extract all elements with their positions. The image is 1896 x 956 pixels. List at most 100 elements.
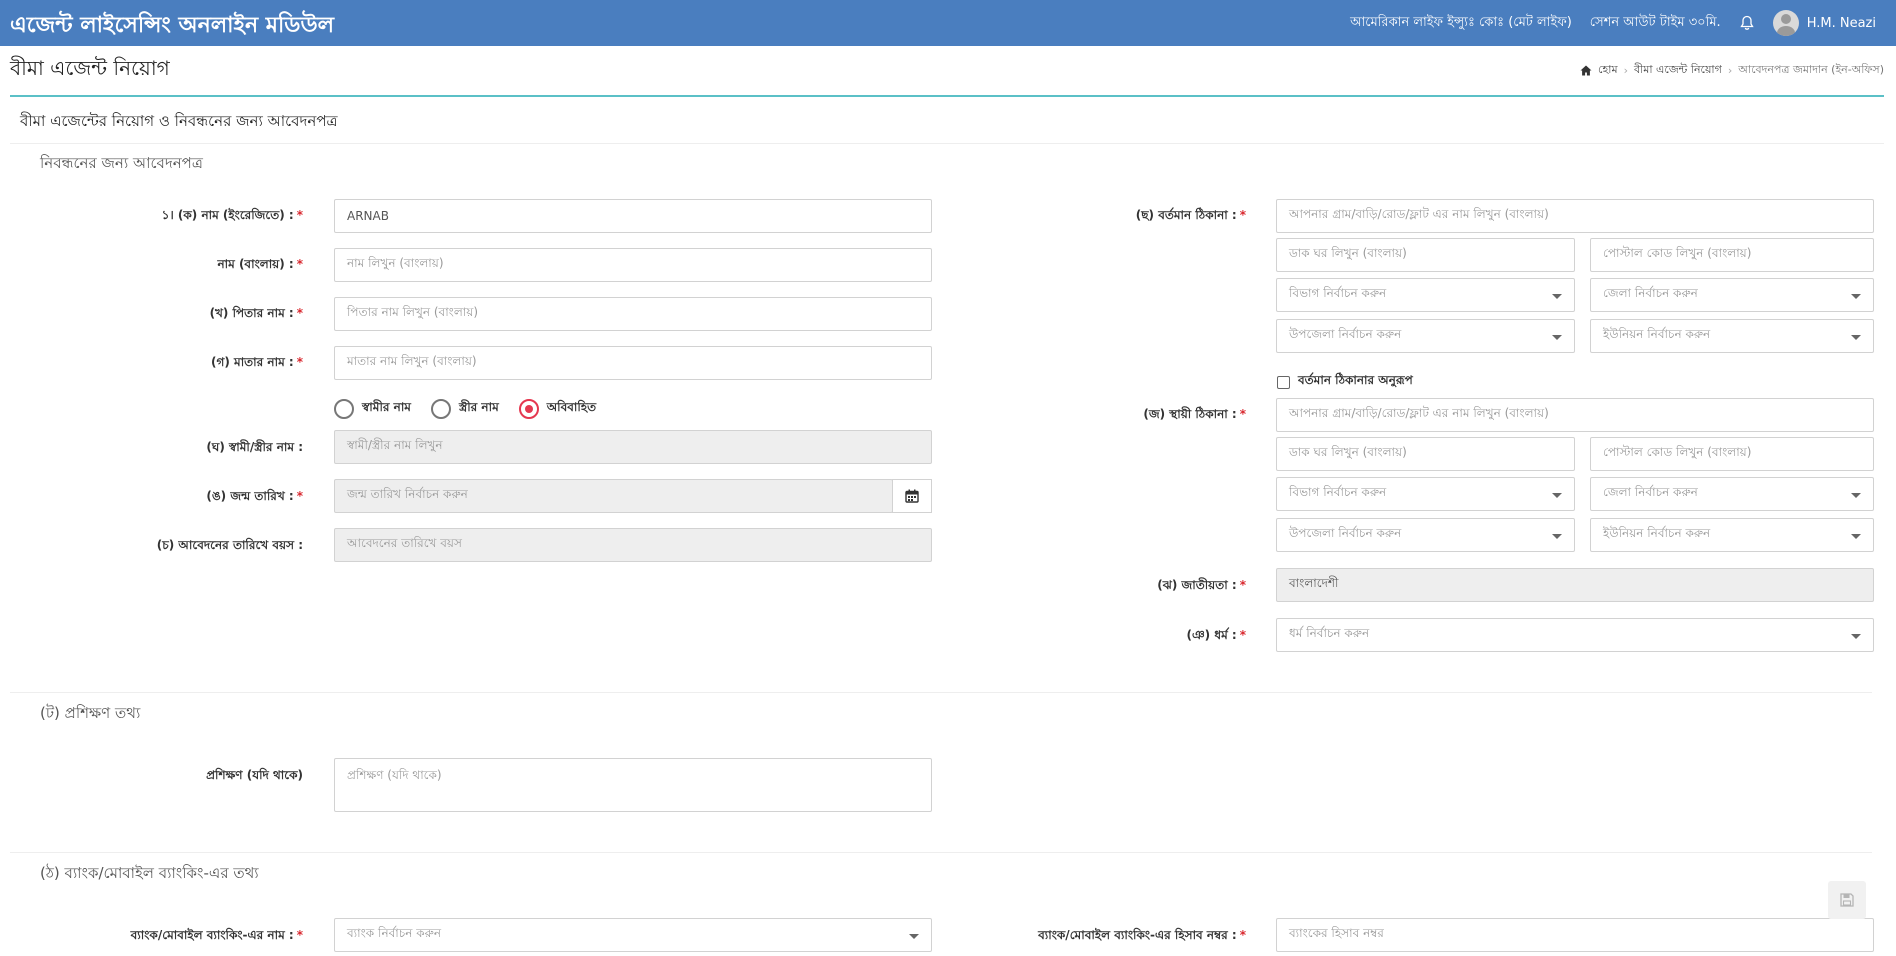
divider bbox=[10, 143, 1884, 144]
name-en-label: ১। (ক) নাম (ইংরেজিতে) : * bbox=[162, 207, 303, 227]
section-training-title: (ট) প্রশিক্ষণ তথ্য bbox=[40, 704, 141, 722]
radio-label: স্বামীর নাম bbox=[362, 400, 411, 414]
radio-label: অবিবাহিত bbox=[546, 400, 597, 414]
section-divider bbox=[10, 852, 1872, 853]
spouse-name-label: (ঘ) স্বামী/স্ত্রীর নাম : bbox=[206, 440, 303, 454]
calendar-button[interactable] bbox=[892, 479, 932, 513]
permanent-address-label-text: (জ) স্থায়ী ঠিকানা : bbox=[1143, 407, 1237, 421]
permanent-division-select[interactable]: বিভাগ নির্বাচন করুন bbox=[1276, 477, 1575, 511]
radio-husband-name[interactable]: স্বামীর নাম bbox=[334, 399, 411, 419]
dob-input[interactable]: জন্ম তারিখ নির্বাচন করুন bbox=[334, 479, 893, 513]
required-mark: * bbox=[1239, 407, 1246, 421]
page-title: বীমা এজেন্ট নিয়োগ bbox=[10, 56, 170, 80]
required-mark: * bbox=[296, 928, 303, 942]
radio-circle[interactable] bbox=[334, 399, 354, 419]
radio-circle[interactable] bbox=[430, 399, 451, 419]
present-district-select[interactable]: জেলা নির্বাচন করুন bbox=[1590, 278, 1874, 312]
present-address-label-text: (ছ) বর্তমান ঠিকানা : bbox=[1135, 208, 1237, 222]
breadcrumb-home[interactable]: হোম bbox=[1598, 61, 1618, 80]
present-union-select[interactable]: ইউনিয়ন নির্বাচন করুন bbox=[1590, 319, 1874, 353]
user-menu[interactable]: H.M. Neazi bbox=[1772, 10, 1876, 36]
company-name: আমেরিকান লাইফ ইন্স্যুঃ কোঃ (মেট লাইফ) bbox=[1350, 14, 1572, 30]
required-mark: * bbox=[1239, 628, 1246, 642]
bank-account-label-text: ব্যাংক/মোবাইল ব্যাংকিং-এর হিসাব নম্বর : bbox=[1038, 928, 1237, 942]
dob-label-text: (ঙ) জন্ম তারিখ : bbox=[206, 489, 294, 503]
permanent-post-office-input[interactable]: ডাক ঘর লিখুন (বাংলায়) bbox=[1276, 437, 1575, 471]
required-mark: * bbox=[296, 489, 303, 503]
name-bn-label: নাম (বাংলায়) : * bbox=[217, 256, 303, 276]
permanent-upazila-select[interactable]: উপজেলা নির্বাচন করুন bbox=[1276, 518, 1575, 552]
name-en-label-text: ১। (ক) নাম (ইংরেজিতে) : bbox=[161, 208, 294, 222]
breadcrumb-separator: › bbox=[1727, 64, 1733, 77]
radio-wife-name[interactable]: স্ত্রীর নাম bbox=[430, 399, 499, 419]
present-postal-code-input[interactable]: পোস্টাল কোড লিখুন (বাংলায়) bbox=[1590, 238, 1874, 272]
section-bank-title: (ঠ) ব্যাংক/মোবাইল ব্যাংকিং-এর তথ্য bbox=[40, 864, 259, 882]
save-button[interactable] bbox=[1828, 881, 1866, 919]
nationality-label: (ঝ) জাতীয়তা : * bbox=[1157, 577, 1246, 597]
dob-label: (ঙ) জন্ম তারিখ : * bbox=[206, 488, 303, 508]
religion-label: (ঞ) ধর্ম : * bbox=[1187, 627, 1246, 647]
permanent-union-select[interactable]: ইউনিয়ন নির্বাচন করুন bbox=[1590, 518, 1874, 552]
home-icon[interactable] bbox=[1580, 65, 1592, 76]
permanent-district-select[interactable]: জেলা নির্বাচন করুন bbox=[1590, 477, 1874, 511]
required-mark: * bbox=[296, 355, 303, 369]
present-post-office-input[interactable]: ডাক ঘর লিখুন (বাংলায়) bbox=[1276, 238, 1575, 272]
permanent-postal-code-input[interactable]: পোস্টাল কোড লিখুন (বাংলায়) bbox=[1590, 437, 1874, 471]
age-input[interactable]: আবেদনের তারিখে বয়স bbox=[334, 528, 932, 562]
nationality-input[interactable]: বাংলাদেশী bbox=[1276, 568, 1874, 602]
breadcrumb-agent[interactable]: বীমা এজেন্ট নিয়োগ bbox=[1634, 61, 1722, 80]
marital-status-radio-group: স্বামীর নাম স্ত্রীর নাম অবিবাহিত bbox=[334, 399, 596, 419]
bell-icon[interactable] bbox=[1739, 15, 1755, 31]
breadcrumb-separator: › bbox=[1623, 64, 1628, 77]
section-registration-title: নিবন্ধনের জন্য আবেদনপত্র bbox=[40, 154, 203, 172]
same-as-present-checkbox[interactable]: বর্তমান ঠিকানার অনুরূপ bbox=[1277, 372, 1413, 392]
nationality-label-text: (ঝ) জাতীয়তা : bbox=[1157, 578, 1237, 592]
present-address-input[interactable]: আপনার গ্রাম/বাড়ি/রোড/ফ্লাট এর নাম লিখুন… bbox=[1276, 199, 1874, 233]
permanent-address-input[interactable]: আপনার গ্রাম/বাড়ি/রোড/ফ্লাট এর নাম লিখুন… bbox=[1276, 398, 1874, 432]
mother-name-label: (গ) মাতার নাম : * bbox=[211, 354, 303, 374]
bank-name-select[interactable]: ব্যাংক নির্বাচন করুন bbox=[334, 918, 932, 952]
bank-name-label-text: ব্যাংক/মোবাইল ব্যাংকিং-এর নাম : bbox=[130, 928, 294, 942]
name-bn-label-text: নাম (বাংলায়) : bbox=[217, 257, 294, 271]
age-label: (চ) আবেদনের তারিখে বয়স : bbox=[156, 538, 303, 552]
permanent-address-label: (জ) স্থায়ী ঠিকানা : * bbox=[1143, 406, 1246, 426]
present-upazila-select[interactable]: উপজেলা নির্বাচন করুন bbox=[1276, 319, 1575, 353]
checkbox[interactable] bbox=[1277, 375, 1290, 389]
present-division-select[interactable]: বিভাগ নির্বাচন করুন bbox=[1276, 278, 1575, 312]
bank-account-input[interactable]: ব্যাংকের হিসাব নম্বর bbox=[1276, 918, 1874, 952]
breadcrumb: হোম › বীমা এজেন্ট নিয়োগ › আবেদনপত্র জমা… bbox=[1580, 61, 1884, 80]
required-mark: * bbox=[296, 208, 303, 222]
required-mark: * bbox=[1239, 208, 1246, 222]
present-address-label: (ছ) বর্তমান ঠিকানা : * bbox=[1136, 207, 1246, 227]
calendar-icon bbox=[905, 489, 919, 503]
breadcrumb-current: আবেদনপত্র জমাদান (ইন-অফিস) bbox=[1738, 63, 1884, 76]
father-label-text: (খ) পিতার নাম : bbox=[209, 306, 294, 320]
name-bn-input[interactable]: নাম লিখুন (বাংলায়) bbox=[334, 248, 932, 282]
navbar-right: আমেরিকান লাইফ ইন্স্যুঃ কোঃ (মেট লাইফ) সে… bbox=[1350, 0, 1876, 46]
avatar bbox=[1772, 10, 1799, 36]
session-timeout: সেশন আউট টাইম ৩০মি. bbox=[1589, 14, 1721, 30]
required-mark: * bbox=[296, 306, 303, 320]
name-en-input[interactable]: ARNAB bbox=[334, 199, 932, 233]
app-brand[interactable]: এজেন্ট লাইসেন্সিং অনলাইন মডিউল bbox=[10, 8, 334, 45]
top-navbar: এজেন্ট লাইসেন্সিং অনলাইন মডিউল আমেরিকান … bbox=[0, 0, 1896, 46]
religion-select[interactable]: ধর্ম নির্বাচন করুন bbox=[1276, 618, 1874, 652]
required-mark: * bbox=[296, 257, 303, 271]
training-textarea[interactable]: প্রশিক্ষণ (যদি থাকে) bbox=[334, 758, 932, 812]
radio-label: স্ত্রীর নাম bbox=[458, 400, 499, 414]
radio-unmarried[interactable]: অবিবাহিত bbox=[518, 399, 597, 419]
father-name-label: (খ) পিতার নাম : * bbox=[210, 305, 303, 325]
mother-name-input[interactable]: মাতার নাম লিখুন (বাংলায়) bbox=[334, 346, 932, 380]
bank-account-label: ব্যাংক/মোবাইল ব্যাংকিং-এর হিসাব নম্বর : * bbox=[1038, 927, 1246, 947]
save-icon bbox=[1840, 893, 1854, 907]
father-name-input[interactable]: পিতার নাম লিখুন (বাংলায়) bbox=[334, 297, 932, 331]
religion-label-text: (ঞ) ধর্ম : bbox=[1186, 628, 1237, 642]
user-name: H.M. Neazi bbox=[1806, 15, 1876, 31]
radio-circle-selected[interactable] bbox=[518, 399, 539, 419]
required-mark: * bbox=[1239, 578, 1246, 592]
spouse-name-input[interactable]: স্বামী/স্ত্রীর নাম লিখুন bbox=[334, 430, 932, 464]
card-title: বীমা এজেন্টের নিয়োগ ও নিবন্ধনের জন্য আব… bbox=[20, 112, 338, 130]
required-mark: * bbox=[1239, 928, 1246, 942]
mother-label-text: (গ) মাতার নাম : bbox=[211, 355, 294, 369]
checkbox-label: বর্তমান ঠিকানার অনুরূপ bbox=[1298, 373, 1413, 387]
